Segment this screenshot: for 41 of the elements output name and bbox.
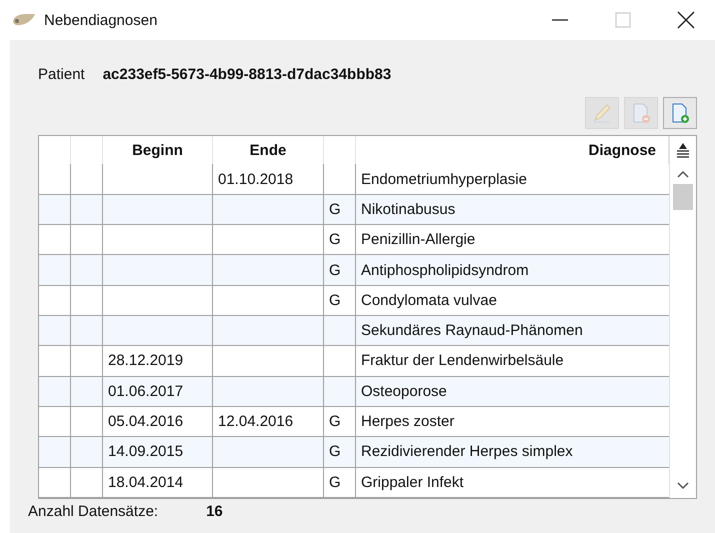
table-cell: Rezidivierender Herpes simplex bbox=[361, 443, 573, 460]
table-cell: G bbox=[329, 200, 341, 218]
window-title: Nebendiagnosen bbox=[44, 12, 158, 28]
table-cell: G bbox=[329, 231, 341, 248]
sort-icon[interactable] bbox=[676, 142, 690, 158]
table-cell: Sekundäres Raynaud-Phänomen bbox=[361, 322, 583, 340]
add-button[interactable] bbox=[663, 97, 697, 129]
column-header[interactable]: Beginn bbox=[103, 136, 213, 164]
maximize-icon bbox=[615, 12, 631, 28]
patient-label: Patient bbox=[38, 66, 85, 83]
table-cell: 18.04.2014 bbox=[108, 474, 184, 491]
table-cell: Fraktur der Lendenwirbelsäule bbox=[361, 352, 564, 370]
table-cell: Nikotinabusus bbox=[361, 200, 456, 218]
table-cell: 01.06.2017 bbox=[108, 382, 184, 400]
table-cell: Grippaler Infekt bbox=[361, 474, 464, 491]
table-cell: 14.09.2015 bbox=[108, 443, 184, 460]
table-cell: G bbox=[329, 474, 341, 491]
app-icon bbox=[12, 13, 36, 27]
table-cell: G bbox=[329, 413, 341, 430]
table-cell: G bbox=[329, 443, 341, 460]
table-cell: Endometriumhyperplasie bbox=[361, 170, 527, 188]
scrollbar-thumb[interactable] bbox=[673, 184, 693, 210]
table-cell: G bbox=[329, 262, 341, 278]
table-cell: 05.04.2016 bbox=[108, 413, 184, 430]
pencil-icon bbox=[591, 102, 613, 124]
table-cell: 28.12.2019 bbox=[108, 352, 184, 370]
column-header[interactable]: Ende bbox=[213, 136, 324, 164]
table-cell: G bbox=[329, 292, 341, 309]
table-cell: Penizillin-Allergie bbox=[361, 231, 476, 248]
record-count: 16 bbox=[206, 503, 223, 520]
table-cell: Herpes zoster bbox=[361, 413, 454, 430]
table-cell: Condylomata vulvae bbox=[361, 292, 497, 309]
table-cell: Antiphospholipidsyndrom bbox=[361, 262, 529, 278]
table-cell: 12.04.2016 bbox=[218, 413, 294, 430]
scroll-up-icon[interactable] bbox=[677, 170, 689, 178]
scroll-down-icon[interactable] bbox=[677, 482, 689, 490]
close-icon[interactable] bbox=[677, 11, 695, 29]
patient-id: ac233ef5-5673-4b99-8813-d7dac34bbb83 bbox=[102, 66, 392, 83]
table-cell: Osteoporose bbox=[361, 382, 447, 400]
record-count-label: Anzahl Datensätze: bbox=[28, 503, 158, 520]
table-cell: 01.10.2018 bbox=[218, 170, 294, 188]
